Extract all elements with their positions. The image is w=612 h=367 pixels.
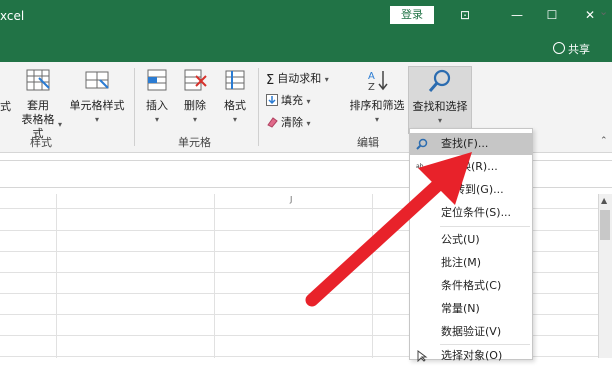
sort-az-icon: A Z (368, 71, 388, 93)
menu-item-select-objects[interactable]: 选择对象(O) (410, 345, 532, 367)
chevron-down-icon: ▾ (232, 115, 237, 124)
find-select-label: 查找和选择 (412, 100, 468, 113)
collapse-ribbon-icon[interactable]: ⌃ (600, 136, 608, 146)
minimize-icon[interactable]: — (504, 6, 530, 24)
menu-item-label: 换(R)... (460, 160, 498, 173)
conditional-format-button-partial[interactable]: 式 (0, 100, 11, 114)
menu-item-label: 选择对象(O) (441, 349, 503, 362)
chevron-down-icon: ▾ (58, 120, 63, 129)
menu-item-label: 公式(U) (441, 233, 480, 246)
delete-label: 删除 (184, 99, 206, 112)
fill-button[interactable]: 填充 ▾ (266, 92, 311, 108)
menu-item-label: 批注(M) (441, 256, 482, 269)
menu-item-label: 条件格式(C) (441, 279, 502, 292)
format-as-table-button[interactable]: 套用 表格格式 (18, 68, 58, 141)
menu-item-goto-special[interactable]: 定位条件(S)... (410, 202, 532, 224)
editing-group-label: 编辑 (357, 136, 379, 149)
chevron-down-icon: ▾ (94, 115, 99, 124)
fill-down-icon (266, 94, 278, 106)
menu-item-label: 常量(N) (441, 302, 480, 315)
chevron-down-icon: ▾ (324, 75, 329, 84)
find-select-button[interactable]: 查找和选择 ▾ (408, 66, 472, 134)
pointer-icon (417, 350, 428, 362)
menu-item-formulas[interactable]: 公式(U) (410, 229, 532, 251)
menu-separator (440, 226, 530, 227)
delete-button[interactable]: 删除 ▾ (178, 68, 212, 127)
cell-styles-icon (85, 71, 109, 89)
maximize-icon[interactable]: ☐ (539, 6, 565, 24)
find-select-menu: 查找(F)... ab 换(R)... 转到(G)... 定位条件(S)... … (409, 128, 533, 362)
grid-column-line (214, 194, 215, 358)
share-button[interactable]: 共享 (553, 41, 590, 57)
sort-filter-label: 排序和筛选 (349, 99, 405, 112)
menu-item-goto[interactable]: 转到(G)... (410, 179, 532, 201)
menu-item-constants[interactable]: 常量(N) (410, 298, 532, 320)
menu-item-label: 转到(G)... (454, 183, 504, 196)
share-label: 共享 (568, 43, 590, 56)
cell-styles-label: 单元格样式 (69, 99, 125, 112)
svg-text:A: A (368, 71, 375, 82)
scroll-thumb[interactable] (600, 210, 610, 240)
grid-column-line (372, 194, 373, 358)
insert-label: 插入 (146, 99, 168, 112)
person-icon (553, 42, 565, 54)
magnifier-icon (416, 138, 428, 150)
chevron-down-icon: ▾ (374, 115, 379, 124)
magnifier-icon (428, 69, 451, 92)
sort-filter-button[interactable]: A Z 排序和筛选 ▾ (346, 68, 408, 127)
format-as-table-label-1: 套用 (27, 99, 49, 112)
ribbon-display-options-icon[interactable]: ⊡ (452, 6, 478, 24)
autosum-label: 自动求和 (277, 72, 322, 85)
chevron-down-icon: ▾ (306, 119, 311, 128)
group-separator (134, 68, 135, 146)
menu-item-label: 数据验证(V) (441, 325, 502, 338)
table-format-icon (26, 69, 50, 91)
login-button[interactable]: 登录 (390, 6, 434, 24)
chevron-down-icon: ▾ (306, 97, 311, 106)
sigma-icon: Σ (266, 73, 275, 88)
fill-label: 填充 (281, 94, 303, 107)
menu-item-label: 查找(F)... (441, 137, 489, 150)
replace-icon: ab (416, 163, 427, 171)
menu-item-comments[interactable]: 批注(M) (410, 252, 532, 274)
menu-item-conditional-formatting[interactable]: 条件格式(C) (410, 275, 532, 297)
tab-row: 共享 (0, 34, 612, 62)
menu-item-data-validation[interactable]: 数据验证(V) (410, 321, 532, 343)
svg-text:Z: Z (368, 82, 375, 92)
group-separator (258, 68, 259, 146)
grid-column-line (56, 194, 57, 358)
format-cells-icon (225, 70, 245, 90)
menu-item-find[interactable]: 查找(F)... (410, 133, 532, 155)
styles-group-label: 样式 (30, 136, 52, 149)
clear-label: 清除 (281, 116, 303, 129)
partial-label: 式 (0, 100, 11, 113)
column-header-mark: J (290, 195, 293, 204)
chevron-down-icon: ▾ (192, 115, 197, 124)
app-title: xcel (0, 9, 25, 23)
autosum-button[interactable]: Σ 自动求和 ▾ (266, 70, 329, 88)
delete-cells-icon (184, 69, 207, 91)
chevron-down-icon: ▾ (154, 115, 159, 124)
menu-item-replace[interactable]: ab 换(R)... (410, 156, 532, 178)
insert-button[interactable]: 插入 ▾ (140, 68, 174, 127)
format-button[interactable]: 格式 ▾ (218, 68, 252, 127)
expand-formula-bar-icon[interactable]: ⌄ (599, 5, 608, 18)
format-label: 格式 (224, 99, 246, 112)
chevron-down-icon: ▾ (437, 116, 442, 125)
clear-button[interactable]: 清除 ▾ (266, 114, 311, 130)
eraser-icon (267, 117, 278, 128)
cells-group-label: 单元格 (178, 136, 211, 149)
svg-text:ab: ab (416, 163, 424, 170)
insert-cells-icon (147, 69, 167, 91)
scroll-up-icon[interactable]: ▲ (601, 196, 607, 205)
menu-item-label: 定位条件(S)... (441, 206, 512, 219)
cell-styles-button[interactable]: 单元格样式 ▾ (68, 68, 126, 127)
